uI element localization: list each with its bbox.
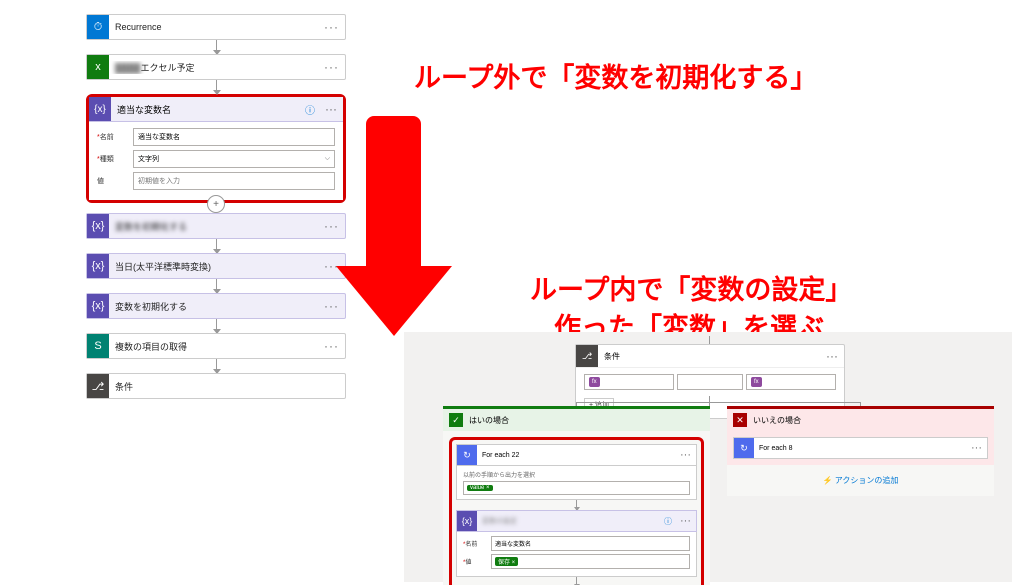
init-variable-card[interactable]: {x} 適当な変数名 ⓘ ··· *名前 *種類 文字列⌵ 値 <box>86 94 346 203</box>
info-icon[interactable]: ⓘ <box>301 102 319 117</box>
connector <box>709 396 710 406</box>
step-label: 条件 <box>109 380 345 393</box>
flow-diagram-left: ⏱ Recurrence ··· x ████エクセル予定 ··· {x} 適当… <box>86 14 346 399</box>
condition-left[interactable]: fx <box>584 374 674 390</box>
step-label: 複数の項目の取得 <box>109 340 318 353</box>
card-body: *名前 *種類 文字列⌵ 値 <box>89 122 343 200</box>
connector-arrow <box>216 40 217 54</box>
field-value: 値 <box>97 172 335 190</box>
card-menu[interactable]: ··· <box>319 102 343 116</box>
chevron-down-icon: ⌵ <box>325 155 330 163</box>
branch-label: はいの場合 <box>469 415 509 426</box>
connector-arrow <box>216 279 217 293</box>
name-input[interactable] <box>133 128 335 146</box>
value-input[interactable]: 保存 × <box>491 554 690 569</box>
check-icon: ✓ <box>449 413 463 427</box>
step-menu[interactable]: ··· <box>966 442 987 454</box>
condition-operator[interactable] <box>677 374 743 390</box>
step-menu[interactable]: ··· <box>675 449 696 461</box>
step-menu[interactable]: ··· <box>318 339 345 353</box>
x-icon: ✕ <box>733 413 747 427</box>
dynamic-pill: value × <box>467 485 493 491</box>
branch-label: いいえの場合 <box>753 415 801 426</box>
add-step-button[interactable]: + <box>207 195 225 213</box>
step-label: ████エクセル予定 <box>109 61 318 74</box>
condition-row: fx fx <box>584 374 836 390</box>
type-select[interactable]: 文字列⌵ <box>133 150 335 168</box>
connector-arrow <box>216 239 217 253</box>
step-menu[interactable]: ··· <box>318 219 345 233</box>
no-branch: ✕ いいえの場合 ↻ For each 8 ··· ⚡ アクションの追加 <box>727 406 994 496</box>
step-variable-blur[interactable]: {x} 変数を初期化する ··· <box>86 213 346 239</box>
field-label: 以前の手順から出力を選択 <box>463 470 690 479</box>
field-value: *値 保存 × <box>463 554 690 569</box>
card-header[interactable]: ⎇ 条件 ··· <box>576 345 844 368</box>
field-name: *名前 <box>97 128 335 146</box>
value-input[interactable] <box>133 172 335 190</box>
dynamic-pill: 保存 × <box>495 557 518 566</box>
yes-branch: ✓ はいの場合 ↻ For each 22 ··· 以前の手順から出力を選択 v… <box>443 406 710 585</box>
step-today[interactable]: {x} 当日(太平洋標準時変換) ··· <box>86 253 346 279</box>
step-menu[interactable]: ··· <box>675 515 696 527</box>
condition-icon: ⎇ <box>87 374 109 398</box>
step-excel[interactable]: x ████エクセル予定 ··· <box>86 54 346 80</box>
annotation-set-inside: ループ内で「変数の設定」 <box>530 268 852 307</box>
connector-top <box>709 336 710 344</box>
step-menu[interactable]: ··· <box>318 60 345 74</box>
variable-icon: {x} <box>87 294 109 318</box>
foreach-22[interactable]: ↻ For each 22 ··· <box>456 444 697 466</box>
sharepoint-icon: S <box>87 334 109 358</box>
step-init-var-2[interactable]: {x} 変数を初期化する ··· <box>86 293 346 319</box>
variable-icon: {x} <box>87 214 109 238</box>
info-icon[interactable]: ⓘ <box>661 516 675 527</box>
step-label: For each 22 <box>477 452 675 459</box>
field-type: *種類 文字列⌵ <box>97 150 335 168</box>
connector <box>576 402 860 403</box>
connector-arrow <box>216 359 217 373</box>
set-variable-step[interactable]: {x} 変数の設定 ⓘ ··· <box>456 510 697 532</box>
step-get-items[interactable]: S 複数の項目の取得 ··· <box>86 333 346 359</box>
yes-highlight: ↻ For each 22 ··· 以前の手順から出力を選択 value × {… <box>449 437 704 585</box>
card-title: 適当な変数名 <box>111 103 301 116</box>
loop-icon: ↻ <box>734 438 754 458</box>
variable-icon: {x} <box>89 97 111 121</box>
branch-header: ✓ はいの場合 <box>443 409 710 431</box>
step-recurrence[interactable]: ⏱ Recurrence ··· <box>86 14 346 40</box>
field-name: *名前 <box>463 536 690 551</box>
dynamic-pill: fx <box>589 377 600 387</box>
card-title: 条件 <box>598 351 820 362</box>
branch-header: ✕ いいえの場合 <box>727 409 994 431</box>
condition-right[interactable]: fx <box>746 374 836 390</box>
step-label: 当日(太平洋標準時変換) <box>109 260 318 273</box>
clock-icon: ⏱ <box>87 15 109 39</box>
foreach-value[interactable]: value × <box>463 481 690 495</box>
step-label: 変数の設定 <box>477 516 661 526</box>
connector-arrow <box>216 319 217 333</box>
card-header[interactable]: {x} 適当な変数名 ⓘ ··· <box>89 97 343 122</box>
big-red-arrow <box>366 116 452 336</box>
variable-icon: {x} <box>87 254 109 278</box>
dynamic-pill: fx <box>751 377 762 387</box>
condition-icon: ⎇ <box>576 345 598 367</box>
step-label: Recurrence <box>109 22 318 32</box>
set-variable-body: *名前 *値 保存 × <box>456 532 697 577</box>
step-label: 変数を初期化する <box>109 300 318 313</box>
excel-icon: x <box>87 55 109 79</box>
step-label: 変数を初期化する <box>109 220 318 233</box>
variable-icon: {x} <box>457 511 477 531</box>
loop-icon: ↻ <box>457 445 477 465</box>
step-menu[interactable]: ··· <box>318 20 345 34</box>
connector-arrow <box>216 80 217 94</box>
foreach-input: 以前の手順から出力を選択 value × <box>456 466 697 500</box>
foreach-8[interactable]: ↻ For each 8 ··· <box>733 437 988 459</box>
step-condition[interactable]: ⎇ 条件 <box>86 373 346 399</box>
connector <box>576 577 577 585</box>
name-input[interactable] <box>491 536 690 551</box>
card-menu[interactable]: ··· <box>820 349 844 363</box>
add-action-link[interactable]: ⚡ アクションの追加 <box>727 465 994 496</box>
connector <box>576 500 577 510</box>
step-label: For each 8 <box>754 445 966 452</box>
annotation-init-outside: ループ外で「変数を初期化する」 <box>414 56 817 95</box>
